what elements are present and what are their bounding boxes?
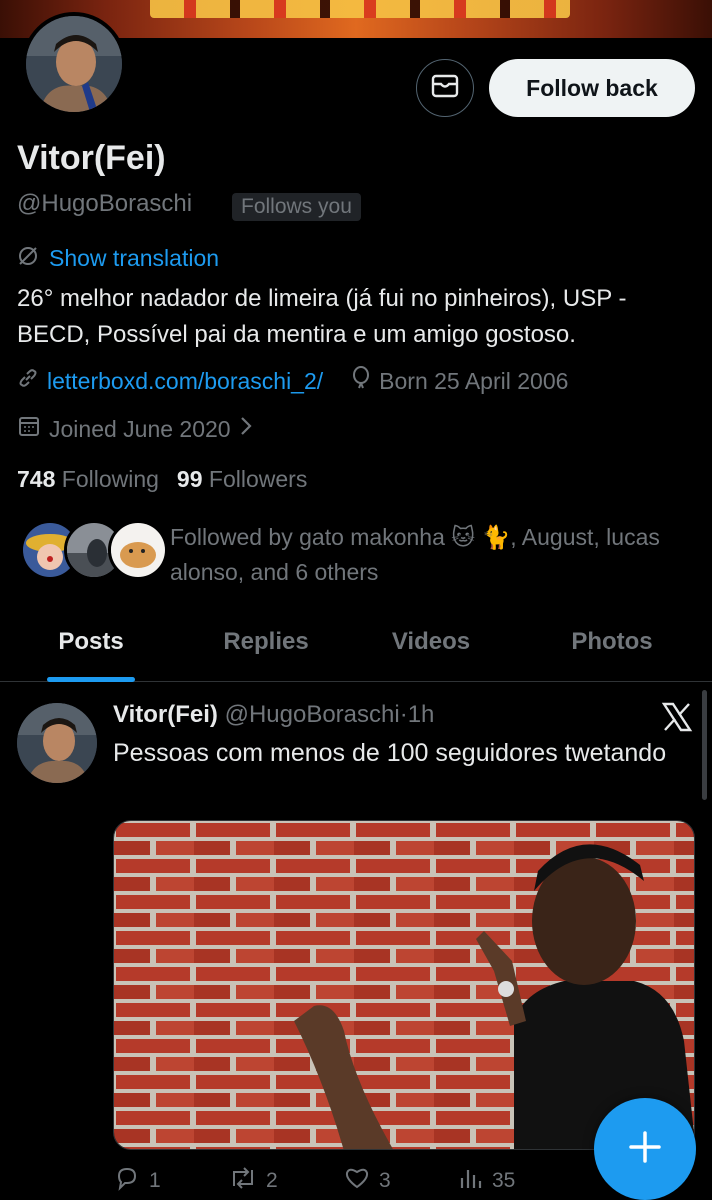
envelope-icon: [431, 74, 459, 103]
x-logo-icon: [660, 700, 694, 734]
plus-icon: [627, 1129, 663, 1170]
website-item[interactable]: letterboxd.com/boraschi_2/: [17, 367, 323, 395]
calendar-icon: [17, 414, 41, 444]
views-button[interactable]: 35: [458, 1164, 573, 1198]
profile-avatar[interactable]: [22, 12, 126, 116]
born-text: Born 25 April 2006: [379, 367, 569, 394]
tab-posts[interactable]: Posts: [0, 612, 182, 682]
show-translation-label: Show translation: [49, 245, 220, 271]
link-icon: [17, 367, 39, 395]
compose-post-button[interactable]: [594, 1098, 696, 1200]
translate-icon: [17, 245, 39, 272]
followers-stat[interactable]: 99 Followers: [177, 466, 307, 493]
profile-bio: 26° melhor nadador de limeira (já fui no…: [17, 285, 627, 348]
repost-button[interactable]: 2: [228, 1164, 343, 1198]
profile-name: Vitor(Fei): [17, 139, 166, 177]
post-header: Vitor(Fei) @HugoBoraschi·1h: [113, 701, 435, 728]
reply-button[interactable]: 1: [113, 1164, 228, 1198]
post-time[interactable]: 1h: [408, 701, 435, 728]
balloon-icon: [351, 366, 371, 396]
heart-icon: [343, 1164, 371, 1198]
profile-tabs: Posts Replies Videos Photos: [0, 612, 712, 682]
born-item: Born 25 April 2006: [351, 366, 568, 396]
post-author-name[interactable]: Vitor(Fei): [113, 701, 218, 728]
joined-text: Joined June 2020: [49, 415, 231, 442]
tab-replies[interactable]: Replies: [182, 612, 350, 682]
website-link[interactable]: letterboxd.com/boraschi_2/: [47, 368, 323, 395]
followed-by-avatars[interactable]: [20, 520, 168, 580]
chevron-right-icon: [239, 415, 253, 443]
post-author-handle[interactable]: @HugoBoraschi: [225, 701, 400, 728]
follower-avatar: [108, 520, 168, 580]
post-text: Pessoas com menos de 100 seguidores twet…: [113, 739, 667, 767]
following-stat[interactable]: 748 Following: [17, 466, 159, 493]
profile-handle: @HugoBoraschi: [17, 190, 193, 217]
tab-videos[interactable]: Videos: [350, 612, 512, 682]
tab-photos[interactable]: Photos: [512, 612, 712, 682]
message-button[interactable]: [416, 59, 474, 117]
profile-meta: letterboxd.com/boraschi_2/ Born 25 April…: [17, 366, 568, 396]
followed-by-text[interactable]: Followed by gato makonha 🐱 🐈, August, lu…: [170, 520, 690, 590]
follows-you-badge: Follows you: [232, 193, 361, 221]
bar-chart-icon: [458, 1164, 484, 1198]
joined-item[interactable]: Joined June 2020: [17, 414, 253, 444]
show-translation-link[interactable]: Show translation: [17, 245, 219, 272]
scrollbar[interactable]: [702, 690, 707, 800]
follow-back-button[interactable]: Follow back: [489, 59, 695, 117]
post-actions: 1 2 3 35: [113, 1164, 573, 1198]
follow-stats: 748 Following 99 Followers: [17, 466, 307, 493]
repost-icon: [228, 1164, 258, 1198]
reply-icon: [113, 1164, 141, 1198]
post-image[interactable]: [113, 820, 695, 1150]
like-button[interactable]: 3: [343, 1164, 458, 1198]
post-author-avatar[interactable]: [17, 703, 97, 783]
